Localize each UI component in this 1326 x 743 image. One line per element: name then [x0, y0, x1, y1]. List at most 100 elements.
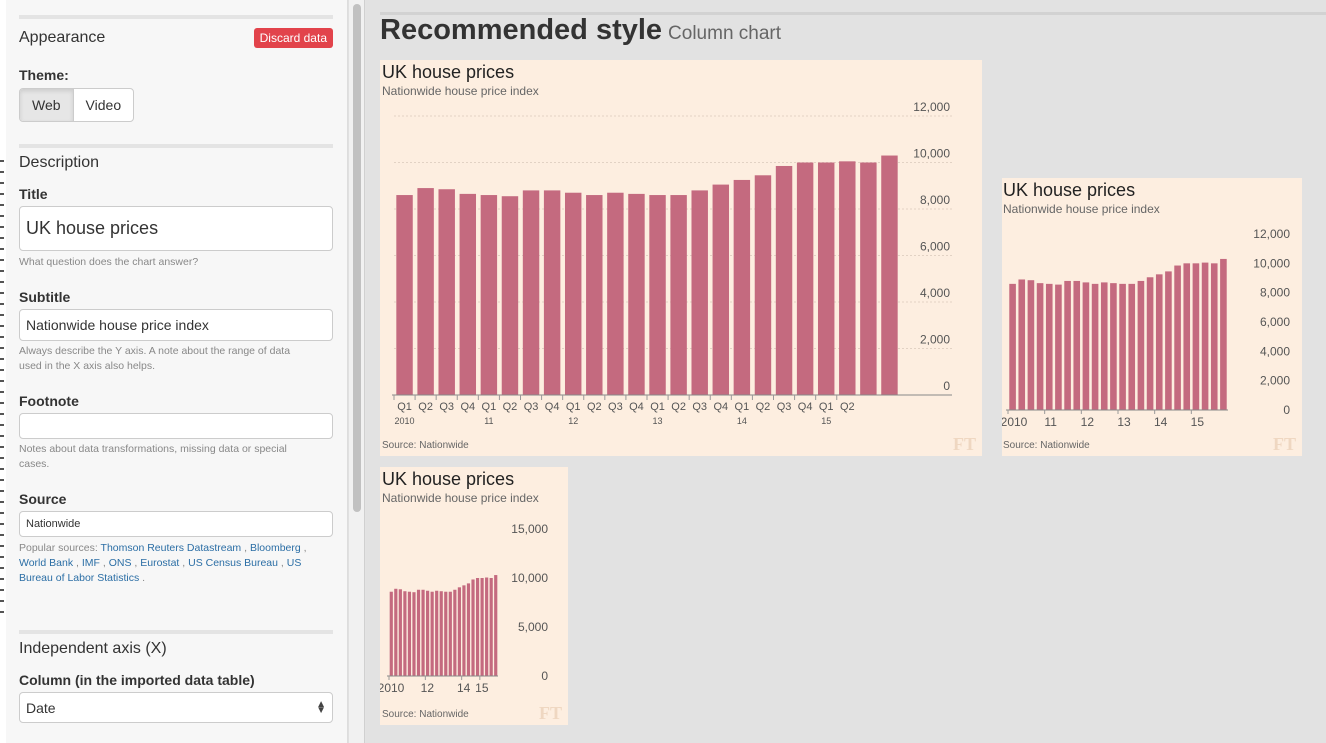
bar — [403, 591, 407, 676]
title-input[interactable]: UK house prices — [19, 206, 333, 251]
x-tick-label: Q1 — [566, 401, 581, 413]
chart-source: Source: Nationwide — [1003, 440, 1090, 451]
bar — [1100, 282, 1108, 410]
x-tick-label: Q1 — [482, 401, 497, 413]
chart-source: Source: Nationwide — [382, 440, 469, 451]
x-tick-label: Q3 — [608, 401, 623, 413]
subtitle-label: Subtitle — [19, 289, 71, 305]
bar — [471, 579, 475, 676]
bar — [416, 589, 421, 676]
x-tick-label: Q3 — [439, 401, 454, 413]
x-tick-label: 14 — [1154, 415, 1168, 429]
bar — [396, 195, 413, 395]
sidebar-scrollbar-thumb[interactable] — [353, 4, 361, 512]
bar — [649, 195, 666, 395]
edge-tick — [0, 303, 4, 305]
edge-tick — [0, 347, 4, 349]
edge-tick — [0, 182, 4, 184]
theme-video-option[interactable]: Video — [74, 89, 134, 121]
x-year-label: 2010 — [395, 416, 415, 426]
bar — [1155, 274, 1163, 410]
x-tick-label: 2010 — [380, 681, 405, 695]
source-label: Source — [19, 491, 67, 507]
y-tick-label: 6,000 — [1260, 315, 1290, 329]
bar — [628, 193, 645, 395]
source-link-ons[interactable]: ONS — [109, 557, 132, 569]
edge-tick — [0, 512, 4, 514]
source-link-bloomberg[interactable]: Bloomberg — [250, 542, 301, 554]
y-tick-label: 2,000 — [920, 333, 950, 347]
bar — [412, 592, 416, 676]
bar — [522, 190, 540, 395]
x-tick-label: Q3 — [692, 401, 707, 413]
subtitle-help-line-1: Always describe the Y axis. A note about… — [19, 345, 291, 357]
theme-label: Theme: — [19, 67, 69, 83]
bar — [453, 589, 457, 676]
bar — [1146, 277, 1154, 410]
source-input[interactable]: Nationwide — [19, 511, 333, 537]
source-link-thomson-reuters[interactable]: Thomson Reuters Datastream — [101, 542, 242, 554]
bar — [1073, 280, 1081, 410]
section-divider — [19, 144, 333, 148]
description-title: Description — [19, 154, 100, 171]
source-link-imf[interactable]: IMF — [82, 557, 100, 569]
x-tick-label: Q1 — [819, 401, 834, 413]
y-tick-label: 0 — [943, 379, 950, 393]
edge-tick — [0, 358, 4, 360]
discard-data-button[interactable]: Discard data — [253, 28, 333, 48]
x-tick-label: 13 — [1117, 415, 1131, 429]
ft-logo: FT — [538, 703, 562, 723]
theme-toggle: Web Video — [19, 88, 135, 122]
edge-tick — [0, 600, 4, 602]
x-tick-label: Q4 — [798, 401, 813, 413]
subtitle-input[interactable]: Nationwide house price index — [19, 309, 333, 341]
source-link-world-bank[interactable]: World Bank — [19, 557, 73, 569]
bar — [421, 589, 425, 676]
bar — [1174, 265, 1181, 410]
x-column-select[interactable]: Date ▲ ▼ — [19, 692, 333, 723]
edge-tick — [0, 226, 4, 228]
edge-tick — [0, 589, 4, 591]
source-link-eurostat[interactable]: Eurostat — [140, 557, 179, 569]
bar — [1192, 263, 1200, 410]
edge-tick — [0, 402, 4, 404]
x-year-label: 15 — [821, 416, 831, 426]
footnote-input[interactable] — [19, 413, 333, 439]
column-chart-medium: 0 2,000 4,000 6,000 8,000 10,000 12,000 2010 11 1… — [1002, 227, 1290, 429]
bar — [466, 583, 471, 676]
bar — [1091, 283, 1099, 410]
y-tick-label: 0 — [1283, 403, 1290, 417]
y-tick-label: 10,000 — [1253, 256, 1290, 270]
x-year-label: 12 — [568, 416, 578, 426]
bar — [817, 162, 835, 395]
x-tick-label: Q4 — [460, 401, 475, 413]
bar — [1183, 263, 1191, 410]
x-tick-label: 2010 — [1002, 415, 1028, 429]
popular-sources-prefix: Popular sources: — [19, 542, 98, 554]
x-year-label: 14 — [737, 416, 747, 426]
x-tick-label: Q4 — [713, 401, 728, 413]
x-year-label: 13 — [653, 416, 663, 426]
bar — [475, 578, 480, 676]
bar — [389, 591, 393, 676]
edge-tick — [0, 446, 4, 448]
bar — [1055, 284, 1062, 410]
edge-tick — [0, 578, 4, 580]
edge-tick — [0, 479, 4, 481]
bar — [733, 179, 751, 395]
edge-tick — [0, 567, 4, 569]
bar — [1018, 279, 1026, 410]
section-divider — [19, 15, 333, 19]
source-link-us-census[interactable]: US Census Bureau — [188, 557, 278, 569]
theme-web-option[interactable]: Web — [20, 89, 74, 121]
column-chart-large: 02,0004,0006,0008,00010,00012,000Q12010Q… — [392, 100, 952, 426]
subtitle-input-value: Nationwide house price index — [26, 317, 209, 333]
edge-tick — [0, 248, 4, 250]
bar — [1128, 283, 1136, 410]
edge-tick — [0, 380, 4, 382]
edge-tick — [0, 468, 4, 470]
bar — [480, 195, 498, 395]
sidebar-scrollbar[interactable] — [348, 0, 365, 743]
x-tick-label: 12 — [421, 681, 435, 695]
bar — [1165, 271, 1172, 410]
